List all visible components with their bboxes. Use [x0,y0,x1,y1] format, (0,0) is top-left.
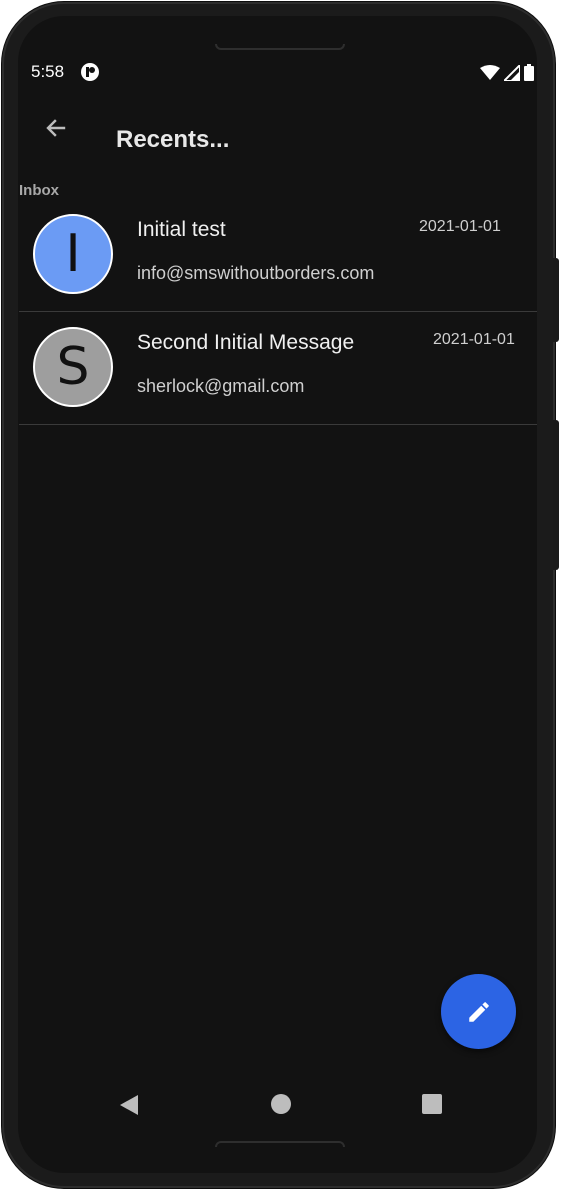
signal-icon [504,65,520,81]
avatar: S [33,327,113,407]
message-title: Second Initial Message [137,331,355,354]
message-sender: sherlock@gmail.com [137,376,305,396]
speaker-grille [215,44,345,50]
battery-icon [524,64,534,81]
screen: 5:58 Recents... Inbox I Initial test inf… [18,16,537,1173]
avatar-initial: I [65,224,81,284]
page-title: Recents... [116,126,230,153]
message-item[interactable]: I Initial test info@smswithoutborders.co… [19,199,537,312]
nav-home-icon[interactable] [271,1094,291,1114]
section-label-inbox: Inbox [19,182,59,199]
wifi-icon [480,65,500,80]
pencil-icon [468,1001,489,1022]
message-date: 2021-01-01 [419,218,501,235]
nav-recents-icon[interactable] [422,1094,442,1114]
message-sender: info@smswithoutborders.com [137,263,375,283]
message-date: 2021-01-01 [433,331,515,348]
back-button[interactable] [40,112,72,144]
avatar: I [33,214,113,294]
message-list: I Initial test info@smswithoutborders.co… [19,199,537,425]
volume-button [553,420,559,570]
status-icons [480,64,534,81]
compose-button[interactable] [441,974,516,1049]
message-title: Initial test [137,218,226,241]
arrow-back-icon [46,119,66,137]
app-notification-icon [81,63,99,81]
message-item[interactable]: S Second Initial Message sherlock@gmail.… [19,312,537,425]
power-button [553,258,559,342]
bottom-grille [215,1141,345,1147]
status-time: 5:58 [31,62,65,81]
nav-back-icon[interactable] [118,1093,142,1117]
avatar-initial: S [56,337,90,397]
